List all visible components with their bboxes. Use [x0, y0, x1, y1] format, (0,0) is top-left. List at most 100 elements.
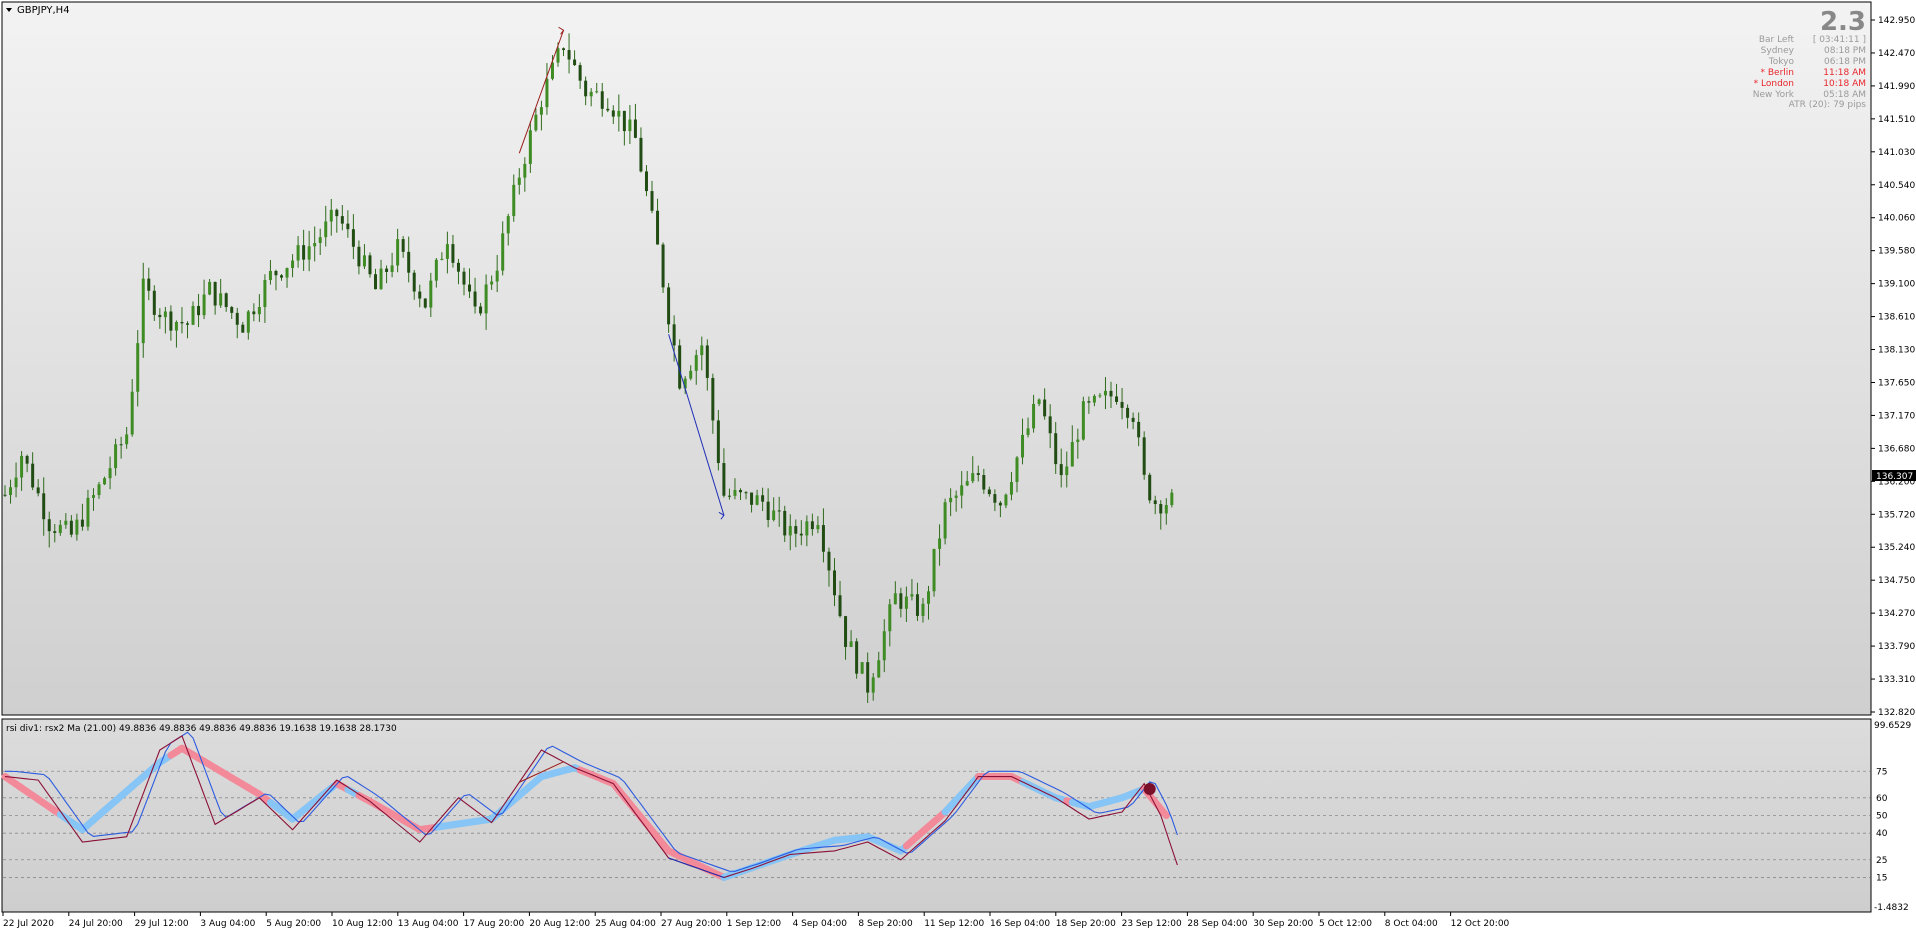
time-label: 22 Jul 2020 [3, 919, 54, 929]
time-label: 23 Sep 12:00 [1122, 919, 1182, 929]
candle-body [866, 662, 870, 693]
candle-body [185, 323, 189, 325]
candle-body [119, 444, 123, 446]
candle-body [302, 245, 306, 260]
candle-body [379, 268, 383, 290]
price-label: 136.680 [1878, 444, 1915, 454]
time-label: 24 Jul 20:00 [69, 919, 123, 929]
candle-body [656, 210, 660, 245]
price-label: 141.990 [1878, 82, 1915, 92]
candle-body [340, 216, 344, 224]
candle-body [147, 278, 151, 291]
candle-body [987, 489, 991, 495]
candle-body [1032, 403, 1036, 429]
candle-body [622, 110, 626, 132]
candle-body [125, 434, 129, 445]
candle-body [3, 494, 7, 496]
candle-body [423, 298, 427, 308]
candle-body [722, 463, 726, 496]
candle-body [219, 293, 223, 306]
candle-body [490, 281, 494, 285]
candle-body [965, 481, 969, 486]
info-row-value: 05:18 AM [1823, 90, 1866, 100]
candle-body [396, 239, 400, 266]
candle-body [235, 312, 239, 325]
candle-body [694, 355, 698, 371]
candle-body [744, 492, 748, 494]
candle-body [241, 324, 245, 333]
candle-body [589, 91, 593, 97]
price-label: 142.950 [1878, 16, 1915, 26]
candle-body [495, 270, 499, 282]
candle-body [727, 495, 731, 497]
candle-body [1126, 407, 1130, 418]
candle-body [152, 290, 156, 315]
candle-body [407, 251, 411, 273]
time-label: 10 Aug 12:00 [332, 919, 393, 929]
candle-body [180, 321, 184, 324]
time-label: 29 Jul 12:00 [135, 919, 189, 929]
candle-body [191, 305, 195, 325]
candle-body [429, 280, 433, 308]
candle-body [1081, 401, 1085, 440]
candle-body [777, 510, 781, 512]
rsi-current-dot [1143, 782, 1156, 795]
candle-body [357, 246, 361, 267]
candle-body [296, 245, 300, 261]
candle-body [827, 551, 831, 571]
time-label: 28 Sep 04:00 [1187, 919, 1247, 929]
indicator-min-label: -1.4832 [1874, 903, 1909, 913]
candle-body [58, 524, 62, 533]
candle-body [42, 493, 46, 520]
level-label: 25 [1876, 856, 1887, 866]
candle-body [47, 519, 51, 532]
info-row-value: [ 03:41:11 ] [1813, 35, 1866, 45]
candle-body [932, 548, 936, 592]
candle-body [169, 311, 173, 331]
candle-body [899, 593, 903, 609]
candle-body [705, 345, 709, 378]
candle-body [882, 631, 886, 661]
candle-body [971, 473, 975, 482]
candle-body [523, 163, 527, 178]
candle-body [711, 377, 715, 421]
candle-body [772, 510, 776, 520]
candle-body [877, 660, 881, 678]
candle-body [1065, 466, 1069, 476]
candle-body [639, 137, 643, 172]
price-pane[interactable] [1, 1, 1872, 716]
candle-body [318, 237, 322, 244]
candle-body [794, 526, 798, 534]
candle-body [324, 221, 328, 238]
candle-body [1092, 395, 1096, 403]
candle-body [479, 306, 483, 314]
candle-body [1098, 395, 1102, 397]
info-row-value: 06:18 PM [1824, 57, 1866, 67]
candle-body [291, 260, 295, 269]
candle-body [904, 596, 908, 609]
candle-body [766, 501, 770, 520]
candle-body [97, 484, 101, 496]
candle-body [633, 119, 637, 138]
candle-body [263, 280, 267, 308]
candle-body [213, 281, 217, 306]
candle-body [412, 272, 416, 292]
price-label: 141.030 [1878, 148, 1915, 158]
candle-body [1004, 494, 1008, 506]
candle-body [567, 50, 571, 60]
candle-body [451, 244, 455, 263]
candle-body [943, 502, 947, 539]
candle-body [1103, 390, 1107, 396]
candle-body [36, 487, 40, 494]
time-label: 27 Aug 20:00 [661, 919, 722, 929]
candle-body [689, 370, 693, 379]
candle-body [910, 594, 914, 597]
chart-area[interactable]: 142.950 142.470 141.990 141.510 141.030 140.5… [0, 0, 1916, 933]
candle-body [174, 321, 178, 331]
info-row-label: Sydney [1761, 46, 1795, 56]
indicator-header: rsi div1: rsx2 Ma (21.00) 49.8836 49.883… [6, 724, 397, 734]
candle-body [484, 284, 488, 314]
candle-body [1070, 442, 1074, 467]
candle-body [512, 184, 516, 217]
time-label: 11 Sep 12:00 [924, 919, 984, 929]
